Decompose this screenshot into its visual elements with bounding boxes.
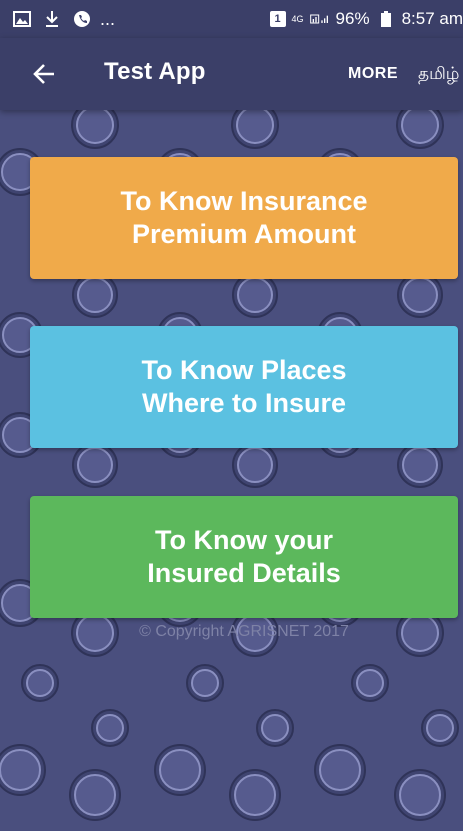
button-line-1: To Know Places	[141, 355, 347, 385]
back-button[interactable]	[28, 60, 62, 88]
signal-icon	[309, 9, 330, 29]
app-bar: Test App MORE தமிழ்	[0, 38, 463, 110]
phone-call-icon	[72, 9, 92, 29]
app-title: Test App	[104, 58, 206, 85]
copyright-text: © Copyright AGRISNET 2017	[139, 623, 349, 640]
language-toggle-button[interactable]: தமிழ்	[418, 64, 460, 86]
battery-percent: 96%	[335, 9, 370, 28]
gallery-icon	[12, 9, 32, 29]
button-line-2: Where to Insure	[141, 388, 346, 418]
button-line-1: To Know Insurance	[120, 186, 368, 216]
clock: 8:57 am	[401, 9, 463, 28]
back-arrow-icon	[33, 64, 54, 84]
sim-badge: 1	[269, 11, 286, 27]
button-line-1: To Know your	[155, 525, 333, 555]
button-line-2: Premium Amount	[131, 219, 356, 249]
status-bar: ... 1 4G 96% 8:57 am	[0, 0, 463, 38]
button-line-2: Insured Details	[147, 558, 341, 588]
more-menu-button[interactable]: MORE	[348, 65, 398, 83]
insurance-places-button[interactable]: To Know Places Where to Insure	[30, 326, 458, 448]
insured-details-button[interactable]: To Know your Insured Details	[30, 496, 458, 618]
insurance-premium-button[interactable]: To Know Insurance Premium Amount	[30, 157, 458, 279]
battery-icon	[376, 9, 396, 29]
download-icon	[42, 9, 62, 29]
more-notifications: ...	[100, 8, 116, 29]
network-type-label: 4G	[291, 13, 304, 24]
